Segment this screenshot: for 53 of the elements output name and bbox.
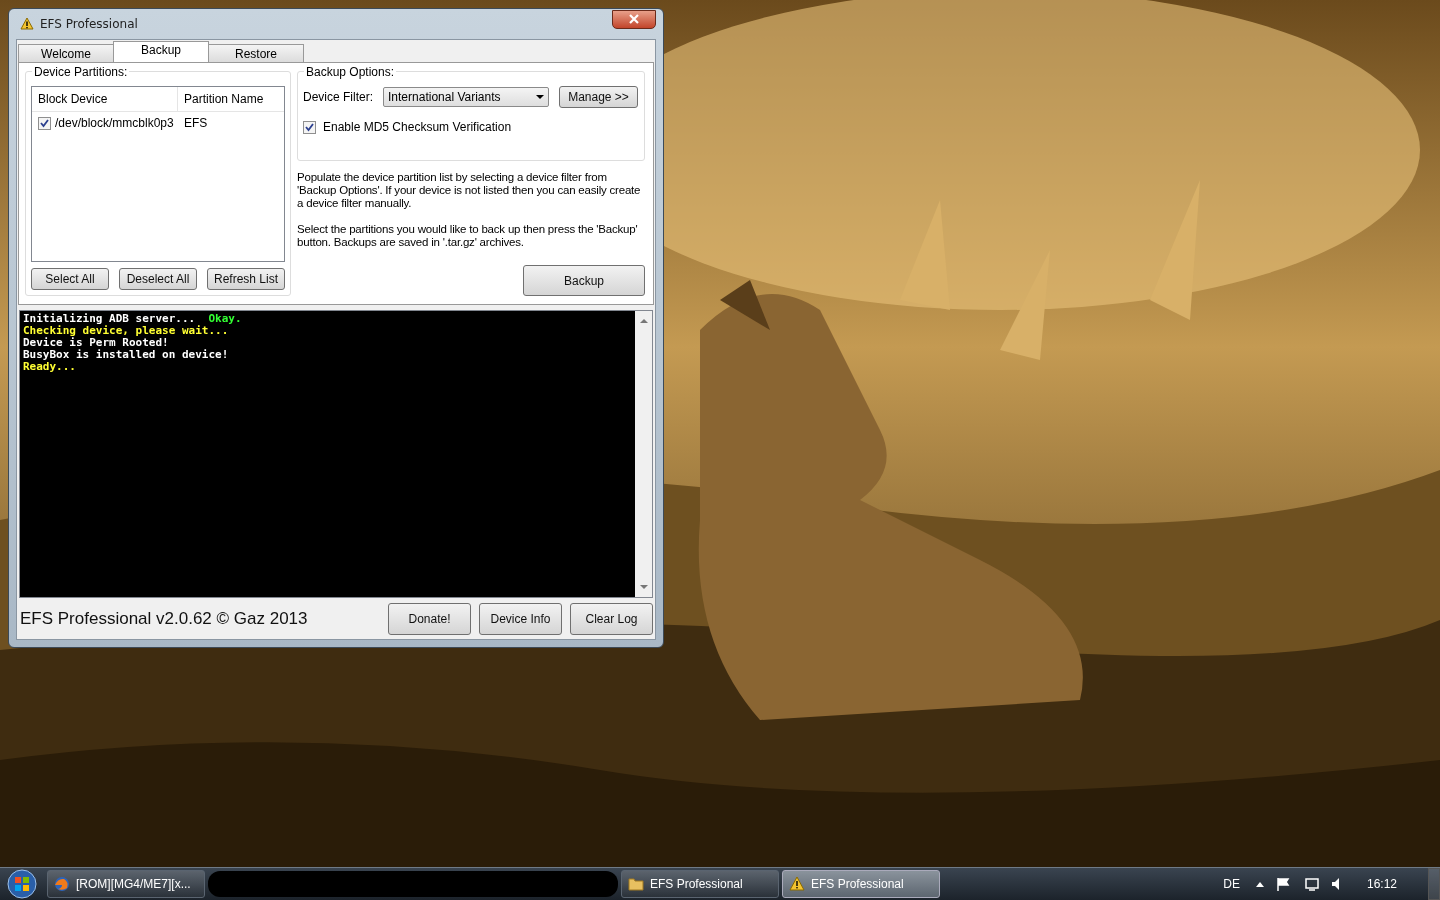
caret-icon xyxy=(536,95,544,99)
group-title: Backup Options: xyxy=(304,65,397,79)
button[interactable]: Deselect All xyxy=(119,268,197,290)
close-button[interactable] xyxy=(612,9,656,29)
button[interactable]: Device Info xyxy=(479,602,562,635)
check-icon xyxy=(39,117,50,129)
checkbox[interactable] xyxy=(303,120,316,134)
device-filter-dropdown[interactable]: International Variants xyxy=(383,87,549,107)
help-text: Populate the device partition list by selecting a device filter from 'Backup Options'. If your device is not listed then you can easily create a device filter manually. xyxy=(297,171,642,210)
speaker-icon xyxy=(1331,878,1339,890)
checkbox[interactable] xyxy=(38,116,51,130)
language-indicator[interactable]: DE xyxy=(1223,877,1240,891)
taskbar-item[interactable]: EFS Professional xyxy=(621,870,779,898)
tab[interactable]: Welcome xyxy=(18,44,114,62)
flag-icon xyxy=(1275,876,1292,892)
checkbox-label: Enable MD5 Checksum Verification xyxy=(323,120,512,134)
group-title: Device Partitions: xyxy=(32,65,130,79)
manage-button[interactable]: Manage >> xyxy=(559,86,638,108)
scroll-down-icon xyxy=(639,585,648,589)
window-title: EFS Professional xyxy=(40,17,139,31)
log-line: Initializing ADB server... Okay. xyxy=(23,313,242,325)
warning-icon xyxy=(20,17,34,31)
button[interactable]: Clear Log xyxy=(570,602,653,635)
show-hidden-icons-icon xyxy=(1255,881,1264,887)
close-icon xyxy=(628,13,640,25)
column-header[interactable]: Block Device xyxy=(32,87,178,111)
warning-icon xyxy=(789,876,805,892)
column-header[interactable]: Partition Name xyxy=(178,87,264,111)
scrollbar[interactable] xyxy=(635,311,652,597)
backup-button[interactable]: Backup xyxy=(523,265,645,296)
taskbar-item[interactable]: EFS Professional xyxy=(782,870,940,898)
folder-icon xyxy=(628,876,644,892)
tab[interactable]: Backup xyxy=(113,41,209,62)
button[interactable]: Select All xyxy=(31,268,109,290)
clock[interactable]: 16:12 xyxy=(1366,877,1397,891)
table-cell: /dev/block/mmcblk0p3 xyxy=(55,116,174,130)
monitor-icon xyxy=(1303,876,1320,892)
table-cell: EFS xyxy=(184,116,208,130)
windows-logo-icon xyxy=(7,869,37,899)
log-line: Checking device, please wait... xyxy=(23,325,229,337)
log-line: BusyBox is installed on device! xyxy=(23,349,229,361)
check-icon xyxy=(304,121,315,133)
field-label: Device Filter: xyxy=(303,90,373,104)
taskbar-item[interactable]: [ROM][MG4/ME7][x... xyxy=(47,870,205,898)
log-line: Ready... xyxy=(23,361,76,373)
help-text: Select the partitions you would like to back up then press the 'Backup' button. Backups are saved in '.tar.gz' archives. xyxy=(297,223,639,249)
scroll-up-icon xyxy=(639,319,648,323)
button[interactable]: Refresh List xyxy=(207,268,285,290)
log-line: Device is Perm Rooted! xyxy=(23,337,169,349)
button[interactable]: Donate! xyxy=(388,602,471,635)
tab[interactable]: Restore xyxy=(208,44,304,62)
browser-icon xyxy=(54,876,70,892)
credit-text: EFS Professional v2.0.62 © Gaz 2013 xyxy=(20,608,309,629)
